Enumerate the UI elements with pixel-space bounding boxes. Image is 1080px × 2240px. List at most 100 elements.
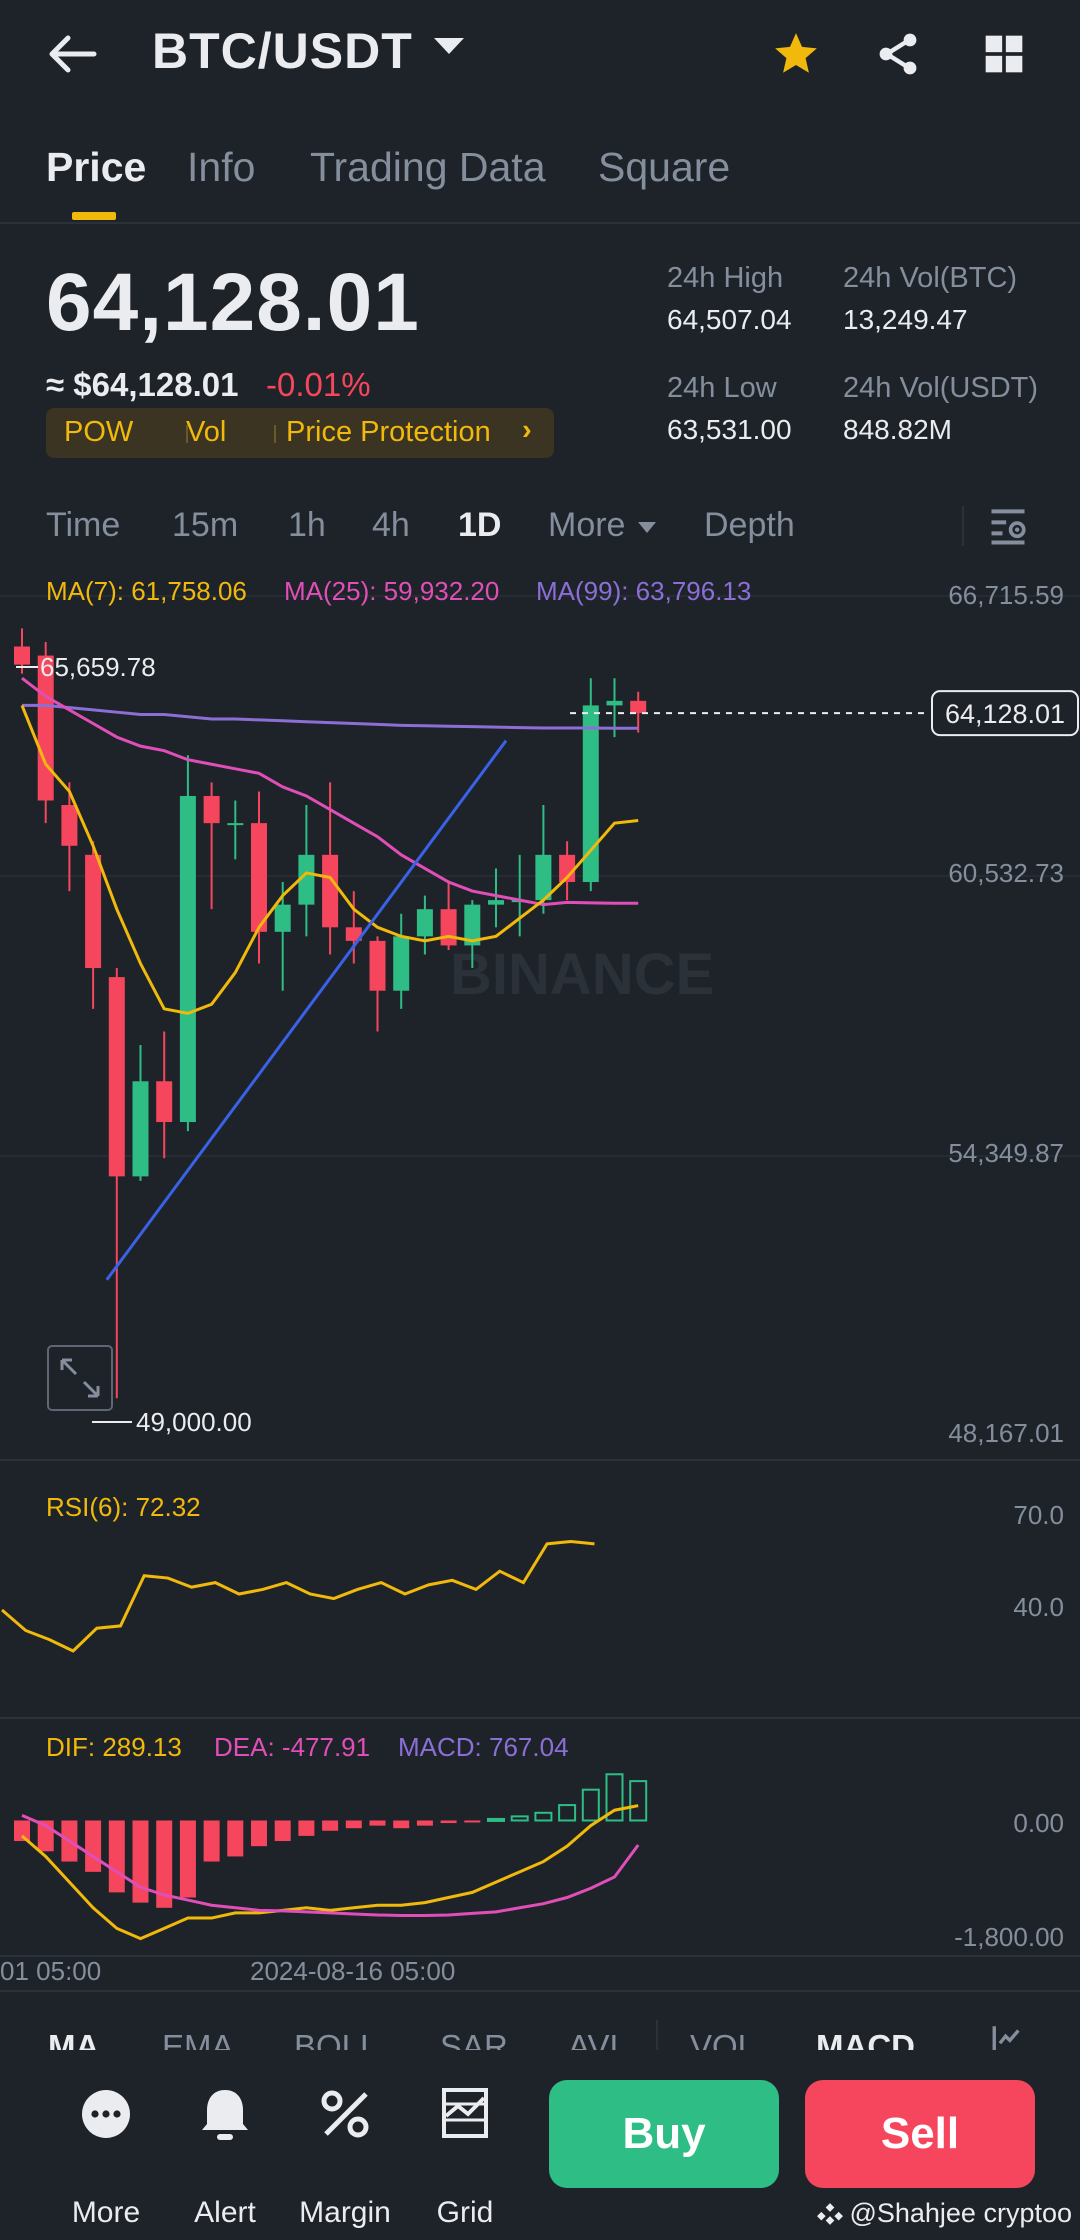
star-icon[interactable] xyxy=(764,22,828,86)
macd-dif-legend: DIF: 289.13 xyxy=(46,1732,182,1762)
candle-body xyxy=(227,823,244,826)
y-axis-label: 48,167.01 xyxy=(948,1418,1064,1448)
macd-bar xyxy=(345,1820,362,1829)
interval-1d[interactable]: 1D xyxy=(458,506,501,545)
tab-price[interactable]: Price xyxy=(46,144,146,191)
indicator-macd[interactable]: MACD xyxy=(816,2028,915,2052)
tag-pow[interactable]: POW xyxy=(64,416,133,449)
ma7-legend: MA(7): 61,758.06 xyxy=(46,576,247,606)
price-change-percent: -0.01% xyxy=(266,366,371,403)
indicator-boll[interactable]: BOLL xyxy=(294,2028,378,2052)
share-icon[interactable] xyxy=(866,22,930,86)
tab-square[interactable]: Square xyxy=(598,144,730,191)
interval-bar: Time 15m 1h 4h 1D More Depth xyxy=(0,492,1080,562)
indicator-ema[interactable]: EMA xyxy=(162,2028,234,2052)
x-axis-label: 2024-08-16 05:00 xyxy=(250,1956,455,1986)
tab-info[interactable]: Info xyxy=(187,144,255,191)
candles-group xyxy=(14,628,647,1399)
macd-bar xyxy=(203,1820,220,1862)
grid-icon[interactable] xyxy=(972,22,1036,86)
chart-settings-icon[interactable] xyxy=(986,504,1030,553)
24h-low-label: 24h Low xyxy=(667,372,777,404)
last-price: 64,128.01 xyxy=(46,257,420,348)
24h-high-value: 64,507.04 xyxy=(667,304,792,335)
y-axis-label: 54,349.87 xyxy=(948,1138,1064,1168)
buy-button[interactable]: Buy xyxy=(549,2080,779,2188)
last-price-tag: 64,128.01 xyxy=(945,699,1065,729)
candle-body xyxy=(393,936,410,991)
coin-tags[interactable]: POW Vol Price Protection › xyxy=(46,408,554,458)
rsi-legend: RSI(6): 72.32 xyxy=(46,1492,201,1522)
interval-time[interactable]: Time xyxy=(46,506,120,545)
more-button[interactable]: More xyxy=(51,2086,161,2229)
y-axis-label: 66,715.59 xyxy=(948,580,1064,610)
interval-4h[interactable]: 4h xyxy=(372,506,410,545)
candle-body xyxy=(369,940,386,991)
indicator-sar[interactable]: SAR xyxy=(440,2028,508,2052)
macd-bar xyxy=(464,1820,481,1823)
candle-body xyxy=(606,700,623,706)
sell-button[interactable]: Sell xyxy=(805,2080,1035,2188)
interval-15m[interactable]: 15m xyxy=(172,506,238,545)
margin-button[interactable]: Margin xyxy=(290,2086,400,2229)
alert-button[interactable]: Alert xyxy=(170,2086,280,2229)
tag-divider xyxy=(274,425,276,443)
rsi-y-label: 40.0 xyxy=(1013,1592,1064,1622)
macd-bar xyxy=(487,1817,505,1822)
grid-label: Grid xyxy=(436,2196,494,2229)
ma25-legend: MA(25): 59,932.20 xyxy=(284,576,499,606)
indicator-avl[interactable]: AVL xyxy=(568,2028,628,2052)
ma99-legend: MA(99): 63,796.13 xyxy=(536,576,751,606)
macd-dea-legend: DEA: -477.91 xyxy=(214,1732,370,1762)
active-tab-indicator xyxy=(72,212,116,220)
candle-body xyxy=(416,909,433,937)
alert-label: Alert xyxy=(194,2196,256,2229)
grid-trading-icon xyxy=(442,2088,488,2138)
more-caret-icon[interactable] xyxy=(638,522,656,533)
high-marker-label: 65,659.78 xyxy=(40,652,156,682)
tab-trading-data[interactable]: Trading Data xyxy=(310,144,546,191)
expand-chart-icon[interactable] xyxy=(47,1345,113,1411)
macd-bar xyxy=(558,1804,577,1822)
macd-bar xyxy=(416,1820,433,1826)
macd-bar xyxy=(298,1820,315,1836)
indicator-ma[interactable]: MA xyxy=(48,2028,99,2052)
more-dots-icon xyxy=(82,2090,130,2138)
bell-icon xyxy=(202,2090,248,2140)
24h-high-label: 24h High xyxy=(667,262,784,294)
24h-vol-btc-label: 24h Vol(BTC) xyxy=(843,262,1018,294)
macd-bar xyxy=(581,1788,600,1822)
chevron-right-icon[interactable]: › xyxy=(522,414,532,447)
candle-body xyxy=(322,854,339,928)
interval-depth[interactable]: Depth xyxy=(704,506,795,545)
interval-more[interactable]: More xyxy=(548,506,625,545)
macd-bar xyxy=(251,1820,267,1847)
pair-dropdown-chevron-icon[interactable] xyxy=(434,38,464,54)
macd-bar xyxy=(179,1820,196,1898)
candle-body xyxy=(251,823,267,932)
tag-price-protection[interactable]: Price Protection xyxy=(286,416,491,449)
main-tabs: Price Info Trading Data Square xyxy=(0,130,1080,224)
trading-pair-title[interactable]: BTC/USDT xyxy=(152,22,413,80)
price-chart[interactable]: BINANCE MA(7): 61,758.06 MA(25): 59,932.… xyxy=(0,568,1080,1990)
indicator-settings-icon[interactable] xyxy=(990,2022,1024,2052)
candle-body xyxy=(156,1081,173,1123)
macd-bar xyxy=(108,1820,125,1893)
candle-body xyxy=(440,909,457,946)
indicator-vol[interactable]: VOL xyxy=(690,2028,756,2052)
candle-body xyxy=(61,805,78,846)
macd-bar xyxy=(534,1811,553,1822)
24h-low-value: 63,531.00 xyxy=(667,414,792,445)
top-bar: BTC/USDT xyxy=(0,0,1080,110)
24h-vol-usdt-value: 848.82M xyxy=(843,414,952,445)
grid-trading-button[interactable]: Grid xyxy=(410,2086,520,2229)
margin-percent-icon xyxy=(321,2090,369,2138)
interval-1h[interactable]: 1h xyxy=(288,506,326,545)
macd-bar xyxy=(440,1820,457,1824)
credit-watermark: @Shahjee cryptoo xyxy=(817,2198,1072,2229)
macd-bar xyxy=(322,1820,339,1831)
macd-bar xyxy=(369,1820,386,1826)
tag-vol[interactable]: Vol xyxy=(186,416,226,449)
macd-y-label: 0.00 xyxy=(1013,1808,1064,1838)
back-arrow-icon[interactable] xyxy=(40,22,104,86)
